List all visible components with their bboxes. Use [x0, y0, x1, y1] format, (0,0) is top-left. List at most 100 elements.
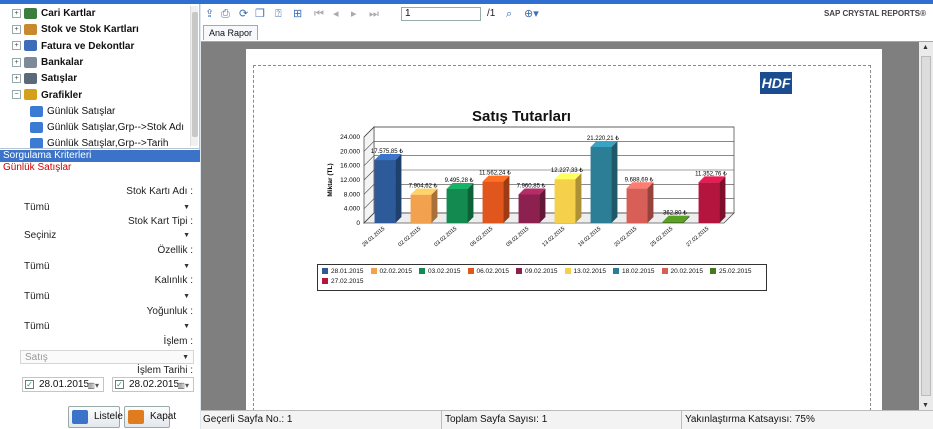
legend-swatch: [467, 268, 474, 275]
viewer-scroll-thumb[interactable]: [921, 56, 931, 396]
x-tick-label: 28.01.2015: [361, 226, 386, 248]
x-tick-label: 18.02.2015: [577, 226, 602, 248]
nav-tree: + Cari Kartlar + Stok ve Stok Kartları + Fatu…: [0, 4, 200, 149]
stock-type-label: Stok Kart Tipi :: [127, 216, 193, 227]
first-page-icon[interactable]: ⏮: [314, 7, 324, 21]
expand-icon[interactable]: +: [12, 8, 21, 18]
tree-node[interactable]: + Satışlar: [12, 72, 77, 86]
feature-select[interactable]: Tümü ▼: [20, 260, 194, 274]
find-icon[interactable]: ⌕: [506, 7, 512, 21]
x-tick-label: 27.02.2015: [685, 226, 710, 248]
transaction-value: Satış: [25, 352, 48, 363]
tree-node[interactable]: Günlük Satışlar,Grp-->Tarih: [30, 137, 169, 149]
criteria-subtitle: Günlük Satışlar: [3, 162, 72, 173]
stock-type-select[interactable]: Seçiniz ▼: [20, 229, 194, 243]
bar: [518, 194, 540, 223]
scroll-up-icon[interactable]: ▲: [922, 44, 929, 51]
expand-icon[interactable]: +: [12, 57, 21, 67]
copy-icon[interactable]: ❐: [255, 7, 265, 21]
density-select[interactable]: Tümü ▼: [20, 320, 194, 334]
chevron-down-icon: ▼: [183, 204, 190, 211]
bar: [554, 179, 576, 223]
date-from-picker[interactable]: ✓ 28.01.2015 ▥▾: [22, 377, 104, 392]
stock-name-select[interactable]: Tümü ▼: [20, 201, 194, 215]
group-tree-icon[interactable]: ⊞: [293, 7, 302, 21]
transaction-select[interactable]: Satış ▼: [20, 350, 194, 364]
viewer-scrollbar[interactable]: ▲ ▼: [919, 42, 933, 411]
prev-page-icon[interactable]: ◂: [333, 7, 339, 21]
close-button-label: Kapat: [150, 411, 177, 422]
print-icon[interactable]: ⎙: [221, 7, 230, 21]
total-pages-status: Toplam Sayfa Sayısı: 1: [441, 411, 547, 429]
bar: [446, 188, 468, 223]
legend-item: 03.02.2015: [419, 268, 461, 276]
legend-label: 02.02.2015: [379, 268, 413, 275]
tree-node-label: Günlük Satışlar: [47, 105, 116, 117]
legend-swatch: [370, 268, 377, 275]
page-input[interactable]: 1: [401, 7, 481, 21]
checkbox-checked-icon[interactable]: ✓: [115, 380, 124, 389]
expand-icon[interactable]: +: [12, 25, 21, 35]
tree-node[interactable]: Günlük Satışlar: [30, 105, 115, 119]
data-label: 362,80 ₺: [663, 210, 687, 217]
date-from-value: 28.01.2015: [39, 379, 90, 390]
x-tick-label: 06.02.2015: [469, 226, 494, 248]
x-tick-label: 03.02.2015: [433, 226, 458, 248]
x-tick-label: 20.02.2015: [613, 226, 638, 248]
checkbox-checked-icon[interactable]: ✓: [25, 380, 34, 389]
date-label: İşlem Tarihi :: [137, 365, 193, 376]
legend-swatch: [564, 268, 571, 275]
x-tick-label: 13.02.2015: [541, 226, 566, 248]
thickness-select[interactable]: Tümü ▼: [20, 290, 194, 304]
tab-main-report[interactable]: Ana Rapor: [203, 25, 259, 40]
report-toolbar: ⇪ ⎙ ⟳ ❐ ⍰ ⊞ ⏮ ◂ ▸ ⏭ 1 /1 ⌕ ⊕▾ SAP CRYSTA…: [201, 4, 933, 24]
y-tick-label: 16.000: [340, 163, 360, 170]
company-logo: HDF: [760, 72, 792, 94]
tree-node[interactable]: + Fatura ve Dekontlar: [12, 40, 134, 54]
bar-side: [719, 176, 726, 223]
legend-item: 25.02.2015: [710, 268, 752, 276]
tree-node[interactable]: − Grafikler: [12, 89, 82, 103]
close-button[interactable]: Kapat: [124, 406, 176, 428]
density-label: Yoğunluk :: [146, 306, 193, 317]
collapse-icon[interactable]: −: [12, 90, 21, 100]
report-header: ⇪ ⎙ ⟳ ❐ ⍰ ⊞ ⏮ ◂ ▸ ⏭ 1 /1 ⌕ ⊕▾ SAP CRYSTA…: [201, 4, 933, 41]
tree-scroll-thumb[interactable]: [192, 12, 198, 137]
y-tick-label: 20.000: [340, 148, 360, 155]
tree-node-label: Günlük Satışlar,Grp-->Stok Adı: [47, 122, 185, 134]
bar-side: [467, 182, 474, 223]
expand-icon[interactable]: +: [12, 41, 21, 51]
tree-node-label: Grafikler: [41, 89, 83, 101]
next-page-icon[interactable]: ▸: [351, 7, 357, 21]
calendar-icon[interactable]: ▥▾: [177, 379, 189, 392]
legend-swatch: [661, 268, 668, 275]
help-icon[interactable]: ⍰: [275, 7, 282, 21]
legend-item: 18.02.2015: [613, 268, 655, 276]
zoom-icon[interactable]: ⊕▾: [524, 7, 539, 21]
legend-item: 27.02.2015: [322, 278, 364, 286]
refresh-icon[interactable]: ⟳: [239, 7, 248, 21]
y-tick-label: 8.000: [344, 191, 361, 198]
tree-node[interactable]: + Cari Kartlar: [12, 7, 95, 21]
tree-node-label: Fatura ve Dekontlar: [41, 40, 135, 52]
report-viewer: HDF Satış Tutarları 0 4.000 8.000 12.000 16.…: [201, 41, 933, 411]
bar: [410, 194, 432, 223]
x-tick-label: 09.02.2015: [505, 226, 530, 248]
tree-scrollbar[interactable]: [190, 6, 198, 146]
export-icon[interactable]: ⇪: [205, 7, 214, 21]
tree-node-label: Günlük Satışlar,Grp-->Tarih: [47, 138, 169, 149]
bar: [698, 182, 720, 223]
last-page-icon[interactable]: ⏭: [369, 7, 379, 21]
brand-label: SAP CRYSTAL REPORTS®: [823, 9, 926, 18]
tree-node[interactable]: + Stok ve Stok Kartları: [12, 23, 139, 37]
list-button[interactable]: Listele: [68, 406, 123, 428]
list-button-label: Listele: [94, 411, 123, 422]
calendar-icon[interactable]: ▥▾: [87, 379, 99, 392]
expand-icon[interactable]: +: [12, 74, 21, 84]
tree-node[interactable]: + Bankalar: [12, 56, 83, 70]
y-tick-label: 4.000: [344, 206, 361, 213]
bar-side: [539, 188, 546, 223]
tree-node[interactable]: Günlük Satışlar,Grp-->Stok Adı: [30, 121, 184, 135]
date-to-picker[interactable]: ✓ 28.02.2015 ▥▾: [112, 377, 194, 392]
scroll-down-icon[interactable]: ▼: [922, 402, 929, 409]
